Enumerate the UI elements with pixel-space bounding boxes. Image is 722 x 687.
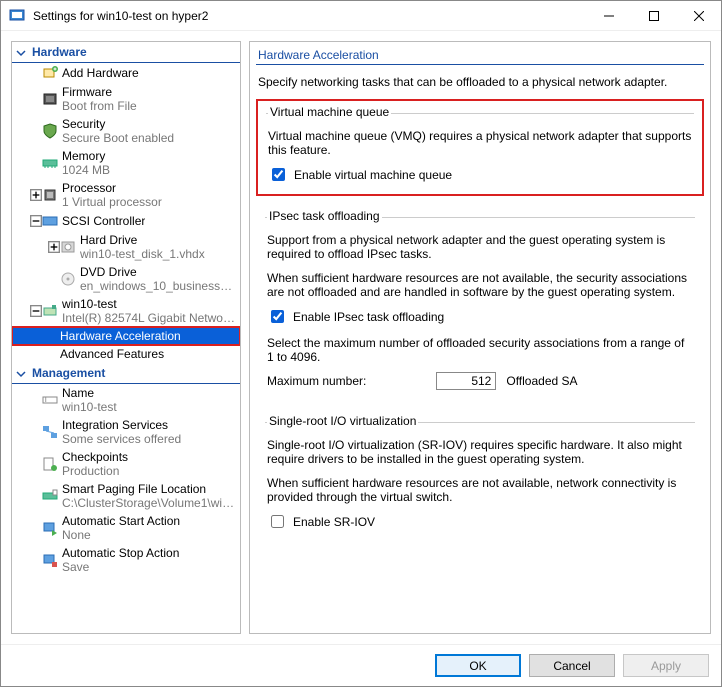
- smart-paging-icon: [42, 488, 58, 504]
- minimize-button[interactable]: [586, 1, 631, 31]
- ipsec-select-desc: Select the maximum number of offloaded s…: [267, 336, 693, 364]
- ipsec-checkbox-row[interactable]: Enable IPsec task offloading: [267, 307, 693, 326]
- section-hardware[interactable]: Hardware: [12, 42, 240, 63]
- tree-add-hardware[interactable]: Add Hardware: [12, 63, 240, 83]
- sriov-desc1: Single-root I/O virtualization (SR-IOV) …: [267, 438, 693, 466]
- group-ipsec-title: IPsec task offloading: [267, 209, 382, 223]
- tree-firmware[interactable]: FirmwareBoot from File: [12, 83, 240, 115]
- tree-dvd-drive[interactable]: DVD Driveen_windows_10_business_editi...: [12, 263, 240, 295]
- max-number-suffix: Offloaded SA: [506, 374, 577, 388]
- ipsec-checkbox-label: Enable IPsec task offloading: [293, 310, 444, 324]
- integration-icon: [42, 424, 58, 440]
- dvd-icon: [60, 271, 76, 287]
- section-management-label: Management: [32, 366, 105, 380]
- tree-network-adapter[interactable]: win10-testIntel(R) 82574L Gigabit Networ…: [12, 295, 240, 327]
- tree-hardware-acceleration[interactable]: Hardware Acceleration: [12, 327, 240, 345]
- tree-auto-start[interactable]: Automatic Start ActionNone: [12, 512, 240, 544]
- vmq-checkbox-label: Enable virtual machine queue: [294, 168, 452, 182]
- tree-memory[interactable]: Memory1024 MB: [12, 147, 240, 179]
- tree-smart-paging[interactable]: Smart Paging File LocationC:\ClusterStor…: [12, 480, 240, 512]
- enable-ipsec-checkbox[interactable]: [271, 310, 284, 323]
- tree-hard-drive[interactable]: Hard Drivewin10-test_disk_1.vhdx: [12, 231, 240, 263]
- chevron-down-icon: [16, 47, 26, 57]
- settings-tree[interactable]: Hardware Add Hardware FirmwareBoot from …: [11, 41, 241, 634]
- processor-icon: [42, 187, 58, 203]
- group-sriov: Single-root I/O virtualization Single-ro…: [256, 409, 704, 542]
- window-title: Settings for win10-test on hyper2: [33, 9, 586, 23]
- max-number-input[interactable]: [436, 372, 496, 390]
- tree-name[interactable]: I Namewin10-test: [12, 384, 240, 416]
- collapse-icon[interactable]: [30, 215, 42, 227]
- vmq-desc: Virtual machine queue (VMQ) requires a p…: [268, 129, 692, 157]
- firmware-icon: [42, 91, 58, 107]
- max-number-label: Maximum number:: [267, 374, 366, 388]
- page-description: Specify networking tasks that can be off…: [256, 73, 704, 99]
- ok-button[interactable]: OK: [435, 654, 521, 677]
- collapse-icon[interactable]: [30, 305, 42, 317]
- scsi-icon: [42, 213, 58, 229]
- network-adapter-icon: [42, 303, 58, 319]
- ipsec-desc2: When sufficient hardware resources are n…: [267, 271, 693, 299]
- sriov-checkbox-label: Enable SR-IOV: [293, 515, 375, 529]
- enable-sriov-checkbox[interactable]: [271, 515, 284, 528]
- title-bar: Settings for win10-test on hyper2: [1, 1, 721, 31]
- group-vmq-title: Virtual machine queue: [268, 105, 391, 119]
- apply-button[interactable]: Apply: [623, 654, 709, 677]
- tree-integration-services[interactable]: Integration ServicesSome services offere…: [12, 416, 240, 448]
- cancel-button[interactable]: Cancel: [529, 654, 615, 677]
- ipsec-desc1: Support from a physical network adapter …: [267, 233, 693, 261]
- group-vmq: Virtual machine queue Virtual machine qu…: [256, 99, 704, 196]
- app-icon: [9, 8, 25, 24]
- add-hardware-icon: [42, 65, 58, 81]
- page-title: Hardware Acceleration: [256, 44, 704, 65]
- sriov-checkbox-row[interactable]: Enable SR-IOV: [267, 512, 693, 531]
- maximize-button[interactable]: [631, 1, 676, 31]
- vmq-checkbox-row[interactable]: Enable virtual machine queue: [268, 165, 692, 184]
- auto-start-icon: [42, 520, 58, 536]
- section-hardware-label: Hardware: [32, 45, 87, 59]
- close-button[interactable]: [676, 1, 721, 31]
- expand-icon[interactable]: [30, 189, 42, 201]
- tree-checkpoints[interactable]: CheckpointsProduction: [12, 448, 240, 480]
- shield-icon: [42, 123, 58, 139]
- tree-processor[interactable]: Processor1 Virtual processor: [12, 179, 240, 211]
- memory-icon: [42, 155, 58, 171]
- detail-pane: Hardware Acceleration Specify networking…: [249, 41, 711, 634]
- tree-scsi-controller[interactable]: SCSI Controller: [12, 211, 240, 231]
- hard-drive-icon: [60, 239, 76, 255]
- tree-auto-stop[interactable]: Automatic Stop ActionSave: [12, 544, 240, 576]
- expand-icon[interactable]: [48, 241, 60, 253]
- auto-stop-icon: [42, 552, 58, 568]
- dialog-footer: OK Cancel Apply: [1, 644, 721, 686]
- group-ipsec: IPsec task offloading Support from a phy…: [256, 204, 704, 401]
- checkpoint-icon: [42, 456, 58, 472]
- chevron-down-icon: [16, 368, 26, 378]
- sriov-desc2: When sufficient hardware resources are n…: [267, 476, 693, 504]
- group-sriov-title: Single-root I/O virtualization: [267, 414, 418, 428]
- tree-security[interactable]: SecuritySecure Boot enabled: [12, 115, 240, 147]
- enable-vmq-checkbox[interactable]: [272, 168, 285, 181]
- name-icon: I: [42, 392, 58, 408]
- section-management[interactable]: Management: [12, 363, 240, 384]
- tree-advanced-features[interactable]: Advanced Features: [12, 345, 240, 363]
